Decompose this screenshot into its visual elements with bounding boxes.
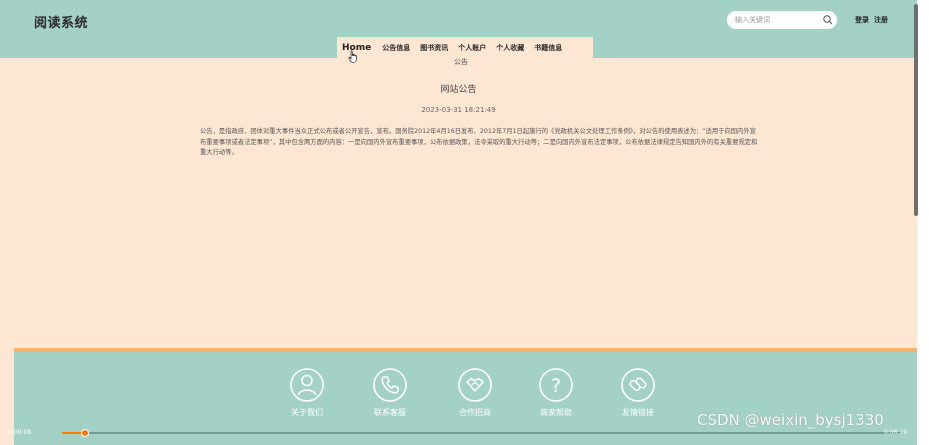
footer-help[interactable]: ? 商家帮助	[521, 367, 591, 418]
footer-about[interactable]: 关于我们	[272, 367, 342, 418]
current-time: 0:00:08	[8, 429, 32, 436]
footer-partners[interactable]: 合作招商	[440, 367, 510, 418]
watermark: CSDN @weixin_bysj1330	[697, 411, 884, 429]
search-icon[interactable]	[822, 14, 834, 26]
auth-links: 登录 注册	[855, 15, 893, 25]
seek-handle[interactable]	[81, 429, 89, 437]
nav-item-book-news[interactable]: 图书资讯	[415, 43, 453, 53]
article-title: 网站公告	[440, 85, 477, 95]
page: 阅读系统 登录注册 Home 公告信息 图书资讯 个人账户 个人收藏 书籍信息 …	[0, 0, 917, 445]
link-icon	[621, 368, 655, 402]
main-nav: Home 公告信息 图书资讯 个人账户 个人收藏 书籍信息	[337, 37, 593, 58]
svg-text:?: ?	[551, 375, 561, 397]
register-link[interactable]: 注册	[874, 16, 888, 24]
article-date: 2023-03-31 18:21:49	[421, 106, 496, 114]
footer-links[interactable]: 友情链接	[603, 367, 673, 418]
total-time: 0:06:29	[884, 429, 908, 436]
footer-contact[interactable]: 联系客服	[355, 367, 425, 418]
search-box[interactable]	[727, 11, 837, 29]
window-edge	[917, 0, 929, 445]
article-body: 公告，是指政府、团体对重大事件当众正式公布或者公开宣告，宣布。国务院2012年4…	[200, 128, 758, 156]
footer-partners-label: 合作招商	[459, 408, 491, 417]
breadcrumb: 公告	[454, 58, 468, 66]
nav-item-favorites[interactable]: 个人收藏	[491, 43, 529, 53]
handshake-icon	[458, 368, 492, 402]
nav-item-announcements[interactable]: 公告信息	[377, 43, 415, 53]
footer-help-label: 商家帮助	[540, 408, 572, 417]
nav-item-account[interactable]: 个人账户	[453, 43, 491, 53]
footer-contact-label: 联系客服	[374, 408, 406, 417]
footer-about-label: 关于我们	[291, 408, 323, 417]
person-icon	[290, 368, 324, 402]
search-input[interactable]	[735, 14, 821, 26]
footer-links-label: 友情链接	[622, 408, 654, 417]
brand-title[interactable]: 阅读系统	[34, 12, 88, 31]
hand-cursor-icon	[348, 50, 357, 63]
phone-icon	[373, 368, 407, 402]
scrollbar[interactable]	[914, 4, 918, 216]
header: 阅读系统 登录注册	[0, 0, 917, 38]
nav-item-books[interactable]: 书籍信息	[529, 43, 567, 53]
question-icon: ?	[539, 368, 573, 402]
login-link[interactable]: 登录	[855, 16, 869, 24]
seek-track[interactable]	[62, 432, 902, 434]
